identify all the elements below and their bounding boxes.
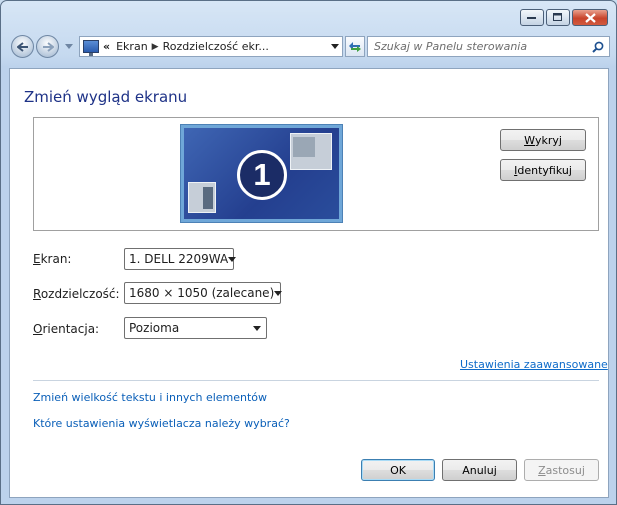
resolution-label-rest: ozdzielczość: (40, 287, 120, 301)
close-icon[interactable] (572, 9, 608, 26)
chevron-down-icon (253, 325, 261, 331)
orientation-label: Orientacja: (33, 322, 99, 336)
forward-button[interactable] (36, 35, 59, 58)
monitor-number-badge: 1 (237, 150, 287, 200)
back-button[interactable] (11, 35, 34, 58)
resolution-select-value: 1680 × 1050 (zalecane) (129, 286, 275, 300)
breadcrumb-resolution[interactable]: Rozdzielczość ekr... (159, 40, 273, 53)
resolution-label: Rozdzielczość: (33, 287, 120, 301)
detect-label-rest: ykryj (534, 133, 562, 147)
chevron-down-icon (65, 43, 73, 49)
ok-button[interactable]: OK (361, 459, 435, 481)
orientation-select-value: Pozioma (129, 321, 180, 335)
navigation-bar: « Ekran ▶ Rozdzielczość ekr... (9, 34, 610, 60)
back-arrow-icon (16, 41, 28, 52)
display-preview-area: 1 Wykryj Identyfikuj (33, 117, 599, 231)
orientation-label-rest: rientacja: (42, 322, 100, 336)
resolution-select[interactable]: 1680 × 1050 (zalecane) (124, 282, 283, 304)
preview-window-decoration (290, 133, 332, 170)
refresh-button[interactable] (345, 36, 365, 57)
refresh-icon (349, 41, 361, 52)
which-settings-help-link[interactable]: Które ustawienia wyświetlacza należy wyb… (33, 417, 290, 430)
main-content-panel: Zmień wygląd ekranu 1 Wykryj Identyfikuj… (9, 68, 609, 498)
advanced-settings-link[interactable]: Ustawienia zaawansowane (460, 358, 608, 371)
maximize-icon[interactable] (546, 9, 570, 26)
screen-label-rest: kran: (40, 252, 72, 266)
forward-arrow-icon (42, 41, 54, 52)
preview-window-decoration (188, 182, 216, 213)
monitor-screen: 1 (184, 128, 339, 219)
breadcrumb-separator-icon[interactable]: ▶ (152, 42, 159, 52)
monitor-1-thumbnail[interactable]: 1 (180, 124, 343, 223)
orientation-select[interactable]: Pozioma (124, 317, 267, 339)
address-dropdown-button[interactable] (328, 37, 342, 56)
search-box[interactable] (367, 36, 610, 57)
screen-label: Ekran: (33, 252, 71, 266)
apply-button[interactable]: Zastosuj (524, 459, 599, 481)
divider (33, 380, 599, 381)
control-panel-icon (83, 40, 99, 56)
search-icon[interactable] (592, 41, 604, 53)
breadcrumb-ekran[interactable]: Ekran (112, 40, 152, 53)
screen-label-accel: E (33, 252, 41, 266)
detect-button[interactable]: Wykryj (500, 129, 586, 151)
page-title: Zmień wygląd ekranu (24, 88, 188, 106)
screen-select-value: 1. DELL 2209WA (129, 252, 229, 266)
breadcrumb-overflow[interactable]: « (99, 40, 112, 53)
identify-button[interactable]: Identyfikuj (500, 159, 586, 181)
chevron-down-icon (228, 256, 237, 262)
minimize-icon[interactable] (520, 9, 544, 26)
screen-select[interactable]: 1. DELL 2209WA (124, 248, 237, 270)
recent-pages-dropdown[interactable] (64, 41, 74, 51)
cancel-button[interactable]: Anuluj (442, 459, 517, 481)
identify-label-rest: dentyfikuj (517, 163, 572, 177)
window-controls (520, 9, 608, 26)
apply-label-accel: Z (538, 463, 546, 477)
detect-label-accel: W (524, 133, 535, 147)
resolution-label-accel: R (33, 287, 41, 301)
chevron-down-icon (274, 290, 283, 296)
apply-label-rest: astosuj (545, 463, 585, 477)
chevron-down-icon (331, 44, 339, 49)
display-settings-window: « Ekran ▶ Rozdzielczość ekr... Zmień wyg… (0, 0, 617, 505)
address-bar[interactable]: « Ekran ▶ Rozdzielczość ekr... (79, 36, 343, 57)
text-size-link[interactable]: Zmień wielkość tekstu i innych elementów (33, 391, 267, 404)
search-input[interactable] (374, 40, 584, 53)
